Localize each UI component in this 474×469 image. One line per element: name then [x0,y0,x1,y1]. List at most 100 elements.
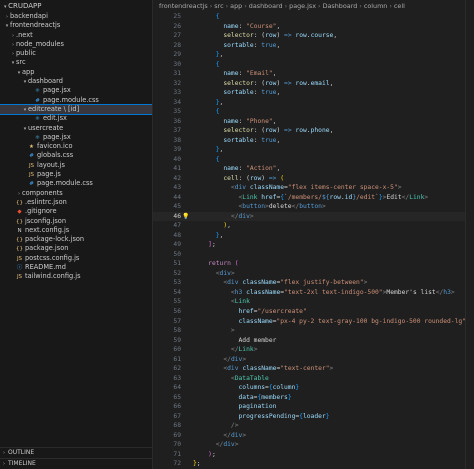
code-line[interactable]: 62 <div className="text-center"> [153,364,474,374]
code-area[interactable]: 25 {26 name: "Course", 27 selector: (row)… [153,12,474,469]
file-item[interactable]: # page.module.css [0,179,152,188]
file-item[interactable]: JS page.js [0,170,152,179]
code-line[interactable]: 68 /> [153,421,474,431]
timeline-panel-header[interactable]: › TIMELINE [0,458,152,469]
code-line[interactable]: 59 Add member [153,336,474,346]
code-line[interactable]: 47 ), [153,221,474,231]
code-line[interactable]: 58 > [153,326,474,336]
file-item[interactable]: {} package.json [0,244,152,253]
code-line[interactable]: 28 sortable: true, [153,41,474,51]
folder-item[interactable]: › node_modules [0,40,152,49]
code-line[interactable]: 39 }, [153,145,474,155]
code-line[interactable]: 43 <div className="flex items-center spa… [153,183,474,193]
code-token: "/usercreate" [257,307,307,315]
code-line[interactable]: 36 name: "Phone", [153,117,474,127]
file-item[interactable]: ⚛ edit.jsx [0,114,152,123]
code-line[interactable]: 32 selector: (row) => row.email, [153,79,474,89]
folder-item[interactable]: › backendapi [0,12,152,21]
code-line[interactable]: 35 { [153,107,474,117]
file-item[interactable]: ⚛ page.jsx [0,133,152,142]
file-item[interactable]: # globals.css [0,151,152,160]
code-line[interactable]: 57 className="px-4 py-2 text-gray-100 bg… [153,317,474,327]
file-item[interactable]: {} jsconfig.json [0,217,152,226]
folder-item[interactable]: › .next [0,31,152,40]
code-line[interactable]: 42 cell: (row) => ( [153,174,474,184]
folder-item[interactable]: ▾ dashboard [0,77,152,86]
code-line[interactable]: 50 [153,250,474,260]
breadcrumb-item[interactable]: page.jsx [289,2,316,10]
folder-item[interactable]: ▾ editcreate \ [id] [0,103,152,116]
code-line[interactable]: 72}; [153,459,474,469]
code-line[interactable]: 48 }, [153,231,474,241]
code-line[interactable]: 51 return ( [153,259,474,269]
code-line[interactable]: 33 sortable: true, [153,88,474,98]
lightbulb-icon[interactable]: 💡 [182,212,189,222]
code-line[interactable]: 61 </div> [153,355,474,365]
code-token: selector [223,79,254,87]
breadcrumb-item[interactable]: src [214,2,223,10]
code-line[interactable]: 60 </Link> [153,345,474,355]
code-line[interactable]: 69 </div> [153,431,474,441]
code-line[interactable]: 49 ]; [153,240,474,250]
folder-item[interactable]: ▾ app [0,68,152,77]
file-item[interactable]: Nnext.config.js [0,226,152,235]
code-line[interactable]: 29 }, [153,50,474,60]
breadcrumb-item[interactable]: Dashboard [323,2,358,10]
code-line[interactable]: 53 <div className="flex justify-between"… [153,278,474,288]
code-line[interactable]: 45 <button>delete</button> [153,202,474,212]
code-line[interactable]: 56 href="/usercreate" [153,307,474,317]
code-line[interactable]: 41 name: "Action", [153,164,474,174]
code-line[interactable]: 55 <Link [153,297,474,307]
code-editor[interactable]: frontendreactjs › src › app › dashboard › page.j… [153,0,474,469]
code-line[interactable]: 70 </div> [153,440,474,450]
code-line[interactable]: 27 selector: (row) => row.course, [153,31,474,41]
folder-item[interactable]: ▾ frontendreactjs [0,21,152,30]
code-line[interactable]: 30 { [153,60,474,70]
code-line[interactable]: 52 <div> [153,269,474,279]
folder-item[interactable]: › components [0,189,152,198]
breadcrumb-item[interactable]: frontendreactjs [159,2,208,10]
code-line[interactable]: 40 { [153,155,474,165]
file-item[interactable]: JS layout.js [0,161,152,170]
breadcrumb-item[interactable]: app [230,2,242,10]
code-line[interactable]: 31 name: "Email", [153,69,474,79]
code-line[interactable]: 25 { [153,12,474,22]
code-line[interactable]: 66 pagination [153,402,474,412]
file-item[interactable]: JS tailwind.config.js [0,272,152,281]
code-line[interactable]: 71 ); [153,450,474,460]
breadcrumb-item[interactable]: dashboard [249,2,283,10]
code-line[interactable]: 67 progressPending={loader} [153,412,474,422]
tree-item-label: .eslintrc.json [25,197,67,206]
code-line[interactable]: 34 }, [153,98,474,108]
file-item[interactable]: ⚛ page.jsx [0,86,152,95]
outline-panel-header[interactable]: › OUTLINE [0,447,152,458]
file-item[interactable]: # page.module.css [0,96,152,105]
code-line[interactable]: 65 data={members} [153,393,474,403]
folder-item[interactable]: › public [0,49,152,58]
folder-item[interactable]: ▾ usercreate [0,124,152,133]
file-item[interactable]: {} .eslintrc.json [0,198,152,207]
code-text: { [193,155,220,165]
code-line[interactable]: 63 <DataTable [153,374,474,384]
code-line[interactable]: 44 <Link href={`/members/${row.id}/edit`… [153,193,474,203]
breadcrumb-item[interactable]: cell [394,2,405,10]
line-number: 46 [173,212,181,220]
code-line[interactable]: 64 columns={column} [153,383,474,393]
code-token: => [284,79,292,87]
code-line[interactable]: 54 <h3 className="text-2xl text-indigo-5… [153,288,474,298]
code-line[interactable]: 26 name: "Course", [153,22,474,32]
file-item[interactable]: ⓘ README.md [0,263,152,272]
code-line[interactable]: 38 sortable: true, [153,136,474,146]
file-item[interactable]: {} package-lock.json [0,235,152,244]
folder-item[interactable]: ▾ src [0,58,152,67]
explorer-root-title[interactable]: ▾ CRUDAPP [0,0,152,12]
breadcrumb-item[interactable]: column [364,2,388,10]
code-text: <DataTable [193,374,269,384]
code-text: name: "Email", [193,69,276,79]
code-line[interactable]: 46 💡 </div> [153,211,474,222]
code-line[interactable]: 37 selector: (row) => row.phone, [153,126,474,136]
vertical-scrollbar[interactable] [465,0,474,469]
file-item[interactable]: JS postcss.config.js [0,254,152,263]
file-item[interactable]: ★ favicon.ico [0,142,152,151]
file-item[interactable]: ◆ .gitignore [0,207,152,216]
